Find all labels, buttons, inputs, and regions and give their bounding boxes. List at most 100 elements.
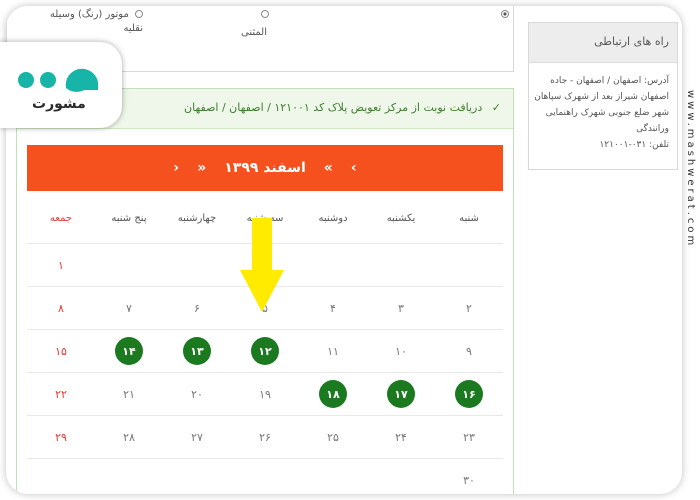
calendar-day[interactable]: ۹	[435, 330, 503, 372]
calendar-empty-cell	[367, 459, 435, 494]
day-number: ۲۸	[123, 430, 135, 444]
day-number: ۲	[466, 301, 472, 315]
day-number: ۶	[194, 301, 200, 315]
radio-checked-icon	[501, 10, 509, 18]
calendar-day[interactable]: ۱۰	[367, 330, 435, 372]
contact-address: آدرس: اصفهان / اصفهان - جاده اصفهان شیرا…	[534, 76, 669, 134]
calendar-day[interactable]: ۴	[299, 287, 367, 329]
arrow-down-icon	[240, 218, 284, 312]
calendar-week-row: ۳۰	[27, 458, 503, 494]
prev-month-button[interactable]: ›	[351, 160, 357, 176]
calendar-day[interactable]: ۳	[367, 287, 435, 329]
contact-box: راه های ارتباطی آدرس: اصفهان / اصفهان - …	[528, 22, 678, 170]
calendar-day[interactable]: ۱۸	[299, 373, 367, 415]
calendar-header: › » اسفند ۱۳۹۹ « ‹	[27, 145, 503, 191]
calendar-empty-cell	[231, 459, 299, 494]
logo-text: مشورت	[32, 96, 86, 112]
calendar-day[interactable]: ۲۷	[163, 416, 231, 458]
option-vehicle-color[interactable]: موتور (رنگ) وسیله نقلیه	[43, 8, 143, 36]
calendar-day[interactable]: ۱۳	[163, 330, 231, 372]
weekday-label: شنبه	[459, 212, 479, 224]
contact-body: آدرس: اصفهان / اصفهان - جاده اصفهان شیرا…	[529, 63, 677, 153]
calendar-empty-cell	[435, 244, 503, 286]
calendar-week-row: ۱۶ ۱۷ ۱۸ ۱۹ ۲۰ ۲۱ ۲۲	[27, 372, 503, 415]
panel-title: دریافت نوبت از مرکز تعویض پلاک کد ۱۲۱۰۰۱…	[184, 101, 483, 114]
calendar-empty-cell	[367, 244, 435, 286]
day-number: ۷	[126, 301, 132, 315]
month-label: اسفند ۱۳۹۹	[224, 160, 306, 176]
calendar-day[interactable]: ۳۰	[435, 459, 503, 494]
available-day[interactable]: ۱۸	[319, 380, 347, 408]
day-number: ۱۵	[55, 344, 67, 358]
weekday-label-friday: جمعه	[49, 212, 73, 224]
calendar-empty-cell	[95, 244, 163, 286]
calendar-day[interactable]: ۱	[27, 244, 95, 286]
calendar-day[interactable]: ۱۱	[299, 330, 367, 372]
calendar-week-row: ۲۳ ۲۴ ۲۵ ۲۶ ۲۷ ۲۸ ۲۹	[27, 415, 503, 458]
calendar-day[interactable]: ۷	[95, 287, 163, 329]
available-day-highlighted[interactable]: ۱۲	[251, 337, 279, 365]
day-number: ۴	[330, 301, 336, 315]
day-number: ۱۰	[395, 344, 407, 358]
day-number: ۲۳	[463, 430, 475, 444]
contact-title: راه های ارتباطی	[529, 23, 677, 63]
day-number: ۳۰	[463, 473, 475, 487]
calendar-day[interactable]: ۱۷	[367, 373, 435, 415]
day-number: ۲۰	[191, 387, 203, 401]
calendar-day[interactable]: ۲۴	[367, 416, 435, 458]
day-number: ۲۶	[259, 430, 271, 444]
radio-icon	[135, 10, 143, 18]
prev-year-button[interactable]: »	[324, 160, 333, 176]
contact-phone: تلفن: ۰۳۱-۱۲۱۰۰۱	[599, 140, 669, 150]
calendar-day[interactable]: ۲۱	[95, 373, 163, 415]
available-day[interactable]: ۱۷	[387, 380, 415, 408]
day-number: ۲۲	[55, 387, 67, 401]
calendar-day[interactable]: ۲۹	[27, 416, 95, 458]
day-number: ۹	[466, 344, 472, 358]
day-number: ۸	[58, 301, 64, 315]
calendar-empty-cell	[299, 244, 367, 286]
calendar-empty-cell	[27, 459, 95, 494]
calendar-day[interactable]: ۱۶	[435, 373, 503, 415]
weekday-label: پنج شنبه	[111, 212, 147, 224]
calendar-day[interactable]: ۶	[163, 287, 231, 329]
weekday-label: یکشنبه	[386, 212, 416, 224]
available-day[interactable]: ۱۴	[115, 337, 143, 365]
calendar-day[interactable]: ۱۵	[27, 330, 95, 372]
day-number: ۱۹	[259, 387, 271, 401]
calendar-day[interactable]: ۱۲	[231, 330, 299, 372]
weekday-label: دوشنبه	[318, 212, 348, 224]
calendar-day[interactable]: ۲۲	[27, 373, 95, 415]
day-number: ۲۹	[55, 430, 67, 444]
weekday-label: چهارشنبه	[177, 212, 217, 224]
calendar-day[interactable]: ۲۵	[299, 416, 367, 458]
calendar-day[interactable]: ۲۶	[231, 416, 299, 458]
day-number: ۳	[398, 301, 404, 315]
calendar-day[interactable]: ۲	[435, 287, 503, 329]
option-label: موتور (رنگ) وسیله نقلیه	[49, 9, 143, 34]
available-day[interactable]: ۱۶	[455, 380, 483, 408]
calendar-day[interactable]: ۲۸	[95, 416, 163, 458]
watermark: www.mashwerat.com	[685, 90, 696, 249]
calendar-empty-cell	[163, 244, 231, 286]
calendar-empty-cell	[163, 459, 231, 494]
calendar-empty-cell	[95, 459, 163, 494]
brand-logo: مشورت	[0, 42, 122, 128]
day-number: ۲۷	[191, 430, 203, 444]
calendar-day[interactable]: ۲۰	[163, 373, 231, 415]
available-day[interactable]: ۱۳	[183, 337, 211, 365]
day-number: ۱	[58, 258, 64, 272]
calendar-day[interactable]: ۲۳	[435, 416, 503, 458]
option-third[interactable]	[257, 8, 269, 22]
calendar-day[interactable]: ۸	[27, 287, 95, 329]
day-number: ۲۴	[395, 430, 407, 444]
next-month-button[interactable]: ‹	[173, 160, 179, 176]
check-icon: ✓	[491, 101, 501, 114]
calendar-day[interactable]: ۱۹	[231, 373, 299, 415]
option-selected[interactable]	[495, 8, 509, 22]
radio-icon	[261, 10, 269, 18]
calendar-week-row: ۹ ۱۰ ۱۱ ۱۲ ۱۳ ۱۴ ۱۵	[27, 329, 503, 372]
option-almothana[interactable]: المثنی	[217, 26, 267, 40]
next-year-button[interactable]: «	[197, 160, 206, 176]
calendar-day[interactable]: ۱۴	[95, 330, 163, 372]
